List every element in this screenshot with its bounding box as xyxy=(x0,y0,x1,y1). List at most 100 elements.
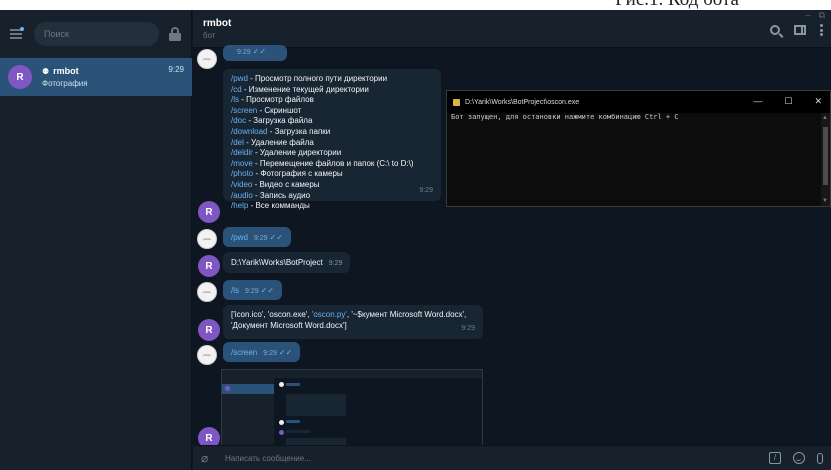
chat-subtitle: бот xyxy=(203,31,216,40)
console-scrollbar[interactable]: ▲ ▼ xyxy=(821,113,830,206)
console-output: Бот запущен, для остановки нажмите комби… xyxy=(451,113,679,121)
command-link[interactable]: /cd xyxy=(231,85,242,94)
command-link[interactable]: /del xyxy=(231,138,244,147)
command-link[interactable]: /deldir xyxy=(231,148,253,157)
help-line: /cd - Изменение текущей директории xyxy=(231,85,433,96)
message-incoming[interactable]: ['icon.ico', 'oscon.exe', 'oscon.py', '~… xyxy=(223,305,483,339)
console-minimize-button[interactable]: — xyxy=(753,96,762,107)
help-line: /help - Все комманды xyxy=(231,201,433,212)
help-line: /screen - Скриншот xyxy=(231,106,433,117)
command-description: - Перемещение файлов и папок (C:\ to D:\… xyxy=(252,158,414,168)
command-description: - Загрузка файла xyxy=(246,116,313,126)
chat-title[interactable]: rmbot xyxy=(203,18,821,29)
read-checks-icon: ✓✓ xyxy=(252,47,267,56)
command-link[interactable]: /pwd xyxy=(231,233,248,242)
scroll-up-icon[interactable]: ▲ xyxy=(822,115,828,121)
message-outgoing[interactable]: /ls 9:29 ✓✓ xyxy=(223,280,283,300)
message-text: 'Документ Microsoft Word.docx'] xyxy=(231,320,347,330)
console-close-button[interactable]: ✕ xyxy=(814,96,822,107)
search-placeholder: Поиск xyxy=(44,29,69,39)
document-caption: Рис.1. Код бота xyxy=(0,0,831,10)
help-line: /ls - Просмотр файлов xyxy=(231,95,433,106)
command-description: - Видео с камеры xyxy=(252,179,320,189)
help-line: /doc - Загрузка файла xyxy=(231,116,433,127)
command-link[interactable]: /ls xyxy=(231,95,239,104)
command-description: - Запись аудио xyxy=(252,190,311,200)
command-description: - Фотография с камеры xyxy=(253,169,343,179)
message-text: ['icon.ico', 'oscon.exe', xyxy=(231,310,312,319)
scroll-down-icon[interactable]: ▼ xyxy=(822,198,828,204)
chat-list-item-rmbot[interactable]: R ⚉ rmbot Фотография 9:29 xyxy=(0,58,192,96)
command-description: - Скриншот xyxy=(257,105,302,115)
command-link[interactable]: /screen xyxy=(231,348,257,357)
read-checks-icon: ✓✓ xyxy=(260,286,275,295)
microphone-icon[interactable] xyxy=(817,452,823,464)
minimize-button[interactable]: – xyxy=(806,10,811,21)
command-link[interactable]: /help xyxy=(231,201,248,210)
menu-icon[interactable] xyxy=(10,27,24,39)
bot-avatar: R xyxy=(198,255,220,277)
command-link[interactable]: /pwd xyxy=(231,74,248,83)
message-time: 9:29 xyxy=(419,187,433,195)
message-link[interactable]: 'oscon.py' xyxy=(312,310,347,319)
help-line: /deldir - Удаление директории xyxy=(231,148,433,159)
chat-preview: Фотография xyxy=(42,79,88,88)
lock-icon[interactable] xyxy=(169,27,181,41)
command-link[interactable]: /doc xyxy=(231,116,246,125)
command-description: - Удаление файла xyxy=(243,137,314,147)
message-time: 9:29 xyxy=(245,288,259,295)
help-line: /download - Загрузка папки xyxy=(231,127,433,138)
search-icon[interactable] xyxy=(770,25,780,35)
search-input[interactable]: Поиск xyxy=(34,22,159,46)
read-checks-icon: ✓✓ xyxy=(278,348,293,357)
user-avatar: photo xyxy=(197,345,217,365)
command-link[interactable]: /screen xyxy=(231,106,257,115)
message-input[interactable]: Написать сообщение... xyxy=(225,454,769,463)
sidebar: Поиск R ⚉ rmbot Фотография 9:29 xyxy=(0,10,192,470)
message-time: 9:29 xyxy=(461,325,475,333)
telegram-window: – ⧉ Поиск R ⚉ rmbot Фотография 9:29 rmbot… xyxy=(0,10,831,470)
user-avatar: photo xyxy=(197,49,217,69)
command-description: - Изменение текущей директории xyxy=(241,84,369,94)
command-link[interactable]: /photo xyxy=(231,169,253,178)
user-avatar: photo xyxy=(197,282,217,302)
command-link[interactable]: /video xyxy=(231,180,252,189)
command-description: - Просмотр файлов xyxy=(239,95,314,105)
side-panel-icon[interactable] xyxy=(794,25,806,35)
console-window[interactable]: D:\Yarik\Works\BotProject\oscon.exe — ☐ … xyxy=(446,90,831,207)
message-text: , '~$кумент Microsoft Word.docx', xyxy=(346,310,467,319)
bot-avatar: R xyxy=(198,319,220,341)
help-message[interactable]: /pwd - Просмотр полного пути директории /… xyxy=(223,69,441,210)
command-link[interactable]: /download xyxy=(231,127,267,136)
message-outgoing[interactable]: 9:29 ✓✓ xyxy=(223,45,287,61)
command-description: - Загрузка папки xyxy=(267,126,331,136)
bot-commands-icon[interactable]: / xyxy=(769,452,781,464)
help-line: /video - Видео с камеры xyxy=(231,180,433,191)
chat-name: rmbot xyxy=(53,66,79,76)
command-description: - Удаление директории xyxy=(252,148,342,158)
command-link[interactable]: /ls xyxy=(231,286,239,295)
message-outgoing[interactable]: /screen 9:29 ✓✓ xyxy=(223,342,301,362)
command-link[interactable]: /audio xyxy=(231,191,253,200)
chat-time: 9:29 xyxy=(168,65,184,74)
message-time: 9:29 xyxy=(253,235,268,242)
help-line: /photo - Фотография с камеры xyxy=(231,169,433,180)
emoji-icon[interactable] xyxy=(793,452,805,464)
user-avatar: photo xyxy=(197,229,217,249)
message-time: 9:29 xyxy=(328,260,343,267)
help-line: /move - Перемещение файлов и папок (C:\ … xyxy=(231,159,433,170)
console-app-icon xyxy=(453,98,460,106)
scroll-thumb[interactable] xyxy=(823,127,828,185)
command-link[interactable]: /move xyxy=(231,159,253,168)
message-outgoing[interactable]: /pwd 9:29 ✓✓ xyxy=(223,227,291,247)
more-icon[interactable] xyxy=(820,24,823,36)
bot-icon: ⚉ xyxy=(42,66,50,76)
read-checks-icon: ✓✓ xyxy=(269,233,283,242)
message-incoming[interactable]: D:\Yarik\Works\BotProject 9:29 xyxy=(223,252,351,273)
help-line: /del - Удаление файла xyxy=(231,138,433,149)
attach-icon[interactable]: ⌀ xyxy=(201,451,215,465)
help-line: /pwd - Просмотр полного пути директории xyxy=(231,74,433,85)
message-time: 9:29 xyxy=(263,350,277,357)
console-maximize-button[interactable]: ☐ xyxy=(784,96,792,107)
restore-button[interactable]: ⧉ xyxy=(819,10,825,21)
